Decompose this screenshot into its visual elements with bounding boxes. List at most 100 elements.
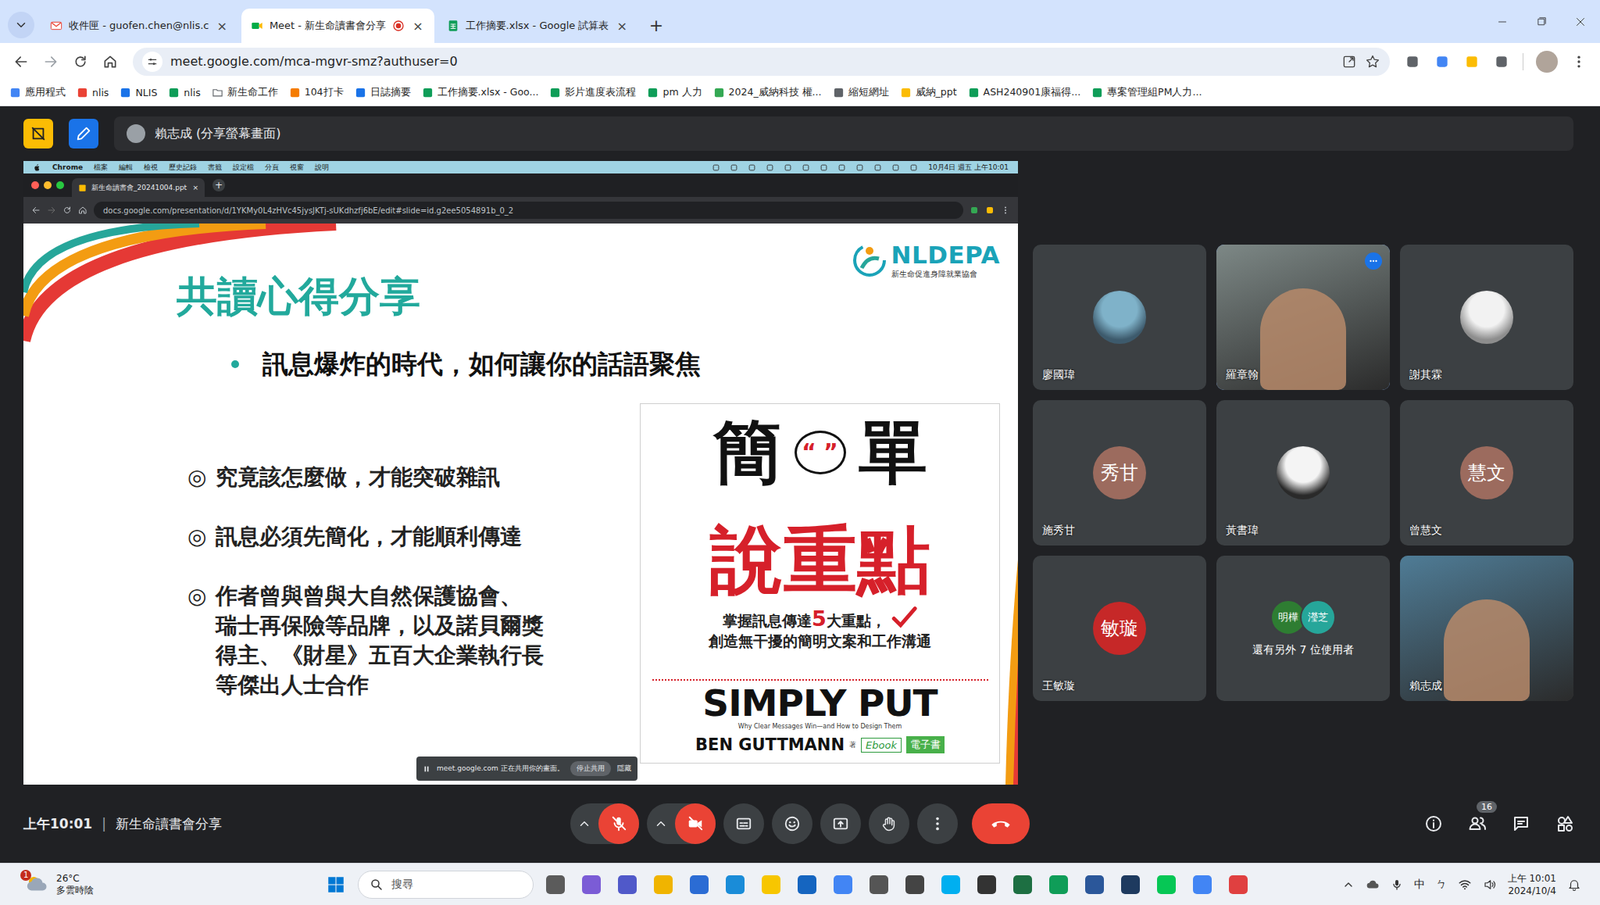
window-dot[interactable] [43, 181, 52, 190]
bookmark[interactable]: nlis [76, 86, 109, 99]
address-bar[interactable]: meet.google.com/mca-mgvr-smz?authuser=0 [132, 47, 1390, 76]
bookmark[interactable]: 日誌摘要 [354, 85, 411, 100]
taskbar-app[interactable] [613, 870, 642, 899]
leave-call-button[interactable] [971, 803, 1030, 844]
clock[interactable]: 上午 10:012024/10/4 [1507, 871, 1557, 897]
window-dot[interactable] [56, 181, 65, 190]
extension-button[interactable] [1399, 48, 1426, 75]
tile-menu-button[interactable] [1364, 252, 1383, 270]
menu-item[interactable]: 書籤 [207, 162, 222, 173]
menu-item[interactable]: 編輯 [118, 162, 133, 173]
menu-item[interactable]: 歷史記錄 [168, 162, 197, 173]
bookmark[interactable]: 專案管理組PM人力... [1091, 85, 1202, 100]
inner-tab-close[interactable]: × [192, 183, 199, 192]
people-button[interactable]: 16 [1465, 811, 1490, 836]
participant-tile[interactable]: 明樺瀅芝還有另外 7 位使用者 [1216, 555, 1390, 701]
volume-icon[interactable] [1482, 877, 1497, 892]
bookmark[interactable]: 影片進度表流程 [549, 85, 636, 100]
input-mode[interactable]: ㄅ [1435, 877, 1447, 892]
taskbar-app[interactable] [1008, 870, 1037, 899]
tab-search-button[interactable] [7, 11, 35, 39]
browser-tab[interactable]: 收件匣 - guofen.chen@nlis.c× [40, 8, 239, 43]
chat-button[interactable] [1509, 811, 1533, 836]
participant-tile[interactable]: 秀甘施秀甘 [1032, 400, 1207, 546]
start-button[interactable] [321, 870, 350, 899]
browser-tab[interactable]: Meet - 新生命讀書會分享× [241, 8, 435, 43]
window-button[interactable] [1482, 6, 1522, 38]
menu-item[interactable]: 檢視 [143, 162, 158, 173]
audio-options-button[interactable] [570, 816, 599, 831]
window-dot[interactable] [31, 181, 40, 190]
new-tab-button[interactable]: + [649, 15, 664, 36]
menu-item[interactable]: 視窗 [289, 162, 304, 173]
taskbar-app[interactable] [1152, 870, 1181, 899]
captions-button[interactable] [723, 803, 765, 844]
reload-button[interactable] [67, 48, 94, 75]
taskbar-app[interactable] [541, 870, 570, 899]
layout-button[interactable] [23, 118, 54, 149]
bookmark[interactable]: 縮短網址 [832, 85, 890, 100]
menu-button[interactable] [1565, 48, 1593, 75]
tab-close-button[interactable]: × [614, 18, 629, 34]
participant-tile[interactable]: 羅章翰 [1216, 244, 1390, 390]
profile-avatar[interactable] [1535, 50, 1558, 73]
bookmark[interactable]: 工作摘要.xlsx - Goo... [421, 85, 540, 100]
inner-new-tab[interactable]: + [212, 178, 225, 192]
participant-tile[interactable]: 黃書瑋 [1216, 400, 1390, 546]
camera-button[interactable] [675, 803, 716, 844]
taskbar-app[interactable] [1188, 870, 1217, 899]
stop-sharing-button[interactable]: 停止共用 [570, 760, 611, 776]
taskbar-app[interactable] [649, 870, 678, 899]
tab-close-button[interactable]: × [410, 18, 425, 34]
mic-button[interactable] [598, 803, 640, 844]
meeting-info-button[interactable] [1421, 811, 1446, 836]
notification-bell-icon[interactable] [1567, 877, 1582, 892]
taskbar-app[interactable] [828, 870, 858, 899]
bookmark[interactable]: 威納_ppt [900, 85, 958, 100]
taskbar-app[interactable] [864, 870, 893, 899]
menu-item[interactable]: 分頁 [264, 162, 279, 173]
inner-tab[interactable]: 新生命讀書會_20241004.ppt× [71, 178, 205, 197]
taskbar-search[interactable]: 搜尋 [357, 870, 534, 899]
inner-address-bar[interactable]: docs.google.com/presentation/d/1YKMy0L4z… [93, 201, 964, 219]
taskbar-app[interactable] [1044, 870, 1073, 899]
bookmark[interactable]: 2024_威納科技 權... [713, 85, 822, 100]
input-language[interactable]: 中 [1414, 877, 1425, 892]
menu-item[interactable]: 設定檔 [232, 162, 254, 173]
present-button[interactable] [820, 803, 861, 844]
bookmark-star-icon[interactable] [1364, 53, 1381, 70]
taskbar-app[interactable] [1224, 870, 1253, 899]
whiteboard-button[interactable] [68, 118, 99, 149]
window-button[interactable] [1521, 6, 1561, 38]
activities-button[interactable] [1553, 811, 1577, 836]
participant-tile[interactable]: 謝其霖 [1400, 244, 1574, 390]
video-options-button[interactable] [646, 816, 675, 831]
taskbar-app[interactable] [757, 870, 786, 899]
hide-button[interactable]: 隱藏 [617, 763, 632, 774]
menu-item[interactable]: 說明 [314, 162, 329, 173]
weather-widget[interactable]: 126°C多雲時陰 [7, 872, 322, 897]
taskbar-app[interactable] [972, 870, 1001, 899]
menu-item[interactable]: 檔案 [93, 162, 108, 173]
site-info-button[interactable] [142, 51, 163, 72]
browser-tab[interactable]: 工作摘要.xlsx - Google 試算表× [437, 8, 639, 43]
participant-tile[interactable]: 慧文曾慧文 [1400, 400, 1574, 546]
bookmark[interactable]: pm 人力 [646, 85, 702, 100]
back-button[interactable] [7, 48, 35, 75]
taskbar-app[interactable] [721, 870, 750, 899]
bookmark[interactable]: 應用程式 [9, 85, 66, 100]
taskbar-app[interactable] [792, 870, 822, 899]
home-button[interactable] [96, 48, 124, 75]
bookmark[interactable]: 新生命工作 [211, 85, 279, 100]
taskbar-app[interactable] [900, 870, 929, 899]
taskbar-app[interactable] [1116, 870, 1145, 899]
taskbar-app[interactable] [685, 870, 714, 899]
extension-button[interactable] [1458, 48, 1486, 75]
taskbar-app[interactable] [1080, 870, 1109, 899]
participant-tile[interactable]: 廖國瑋 [1032, 244, 1207, 390]
extension-button[interactable] [1488, 48, 1515, 75]
taskbar-app[interactable] [936, 870, 965, 899]
bookmark[interactable]: nlis [167, 86, 200, 99]
raise-hand-button[interactable] [868, 803, 910, 844]
tab-close-button[interactable]: × [215, 18, 229, 34]
